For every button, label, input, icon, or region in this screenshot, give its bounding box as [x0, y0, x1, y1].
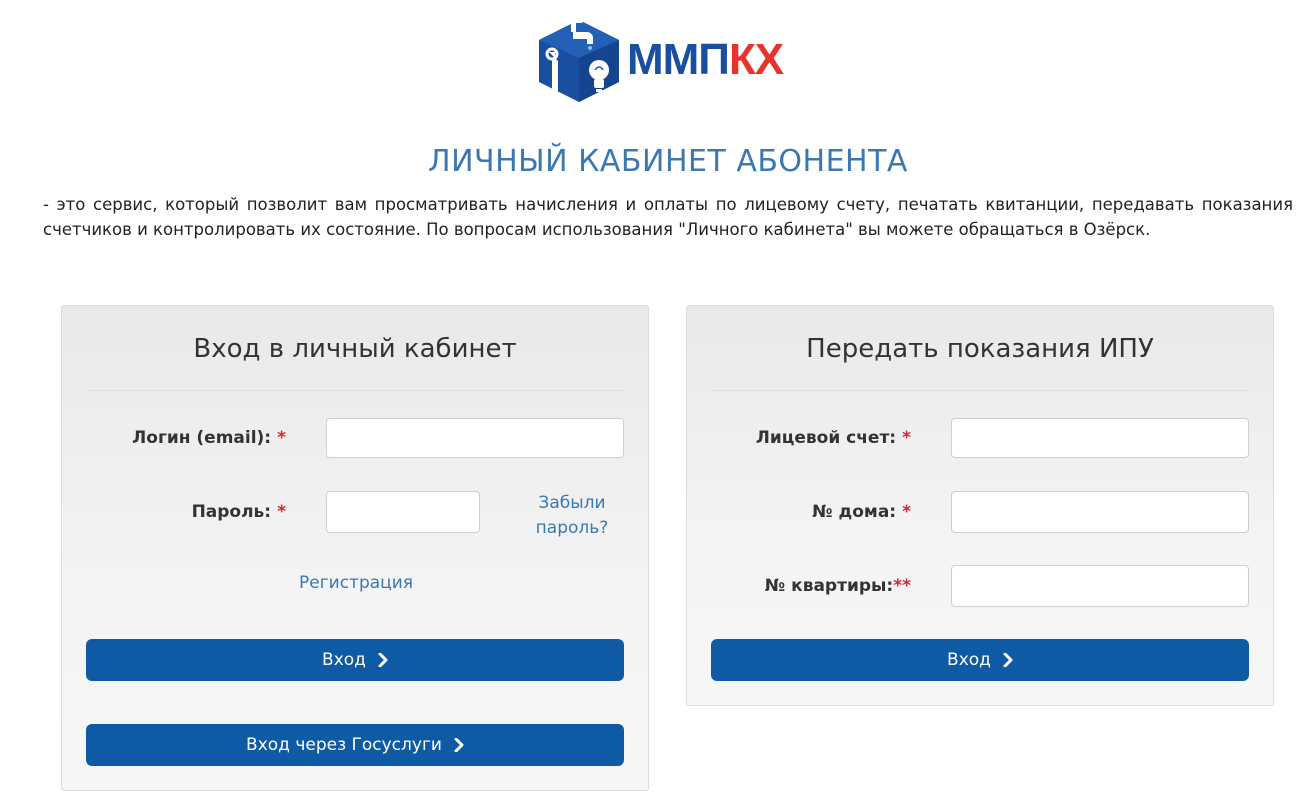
logo-text: ММПКХ: [627, 35, 784, 84]
register-link[interactable]: Регистрация: [266, 571, 446, 596]
forgot-password-link[interactable]: Забыли пароль?: [524, 491, 620, 541]
required-marker: *: [277, 502, 286, 522]
login-button-label: Вход: [322, 650, 366, 670]
flat-label: № квартиры:**: [765, 576, 911, 596]
login-label: Логин (email): *: [132, 428, 286, 448]
chevron-right-icon: [1003, 653, 1013, 667]
gosuslugi-login-button[interactable]: Вход через Госуслуги: [86, 724, 624, 766]
logo-text-main: ММП: [627, 35, 730, 84]
required-marker: *: [902, 428, 911, 448]
gosuslugi-button-label: Вход через Госуслуги: [246, 735, 442, 755]
meter-panel-title: Передать показания ИПУ: [806, 334, 1154, 364]
logo-cube-icon: [539, 17, 619, 102]
password-input[interactable]: [326, 491, 480, 533]
required-marker: *: [277, 428, 286, 448]
logo[interactable]: ММПКХ: [533, 14, 784, 106]
divider: [711, 390, 1249, 391]
meter-readings-panel: Передать показания ИПУ Лицевой счет: * № …: [686, 305, 1274, 706]
intro-text: - это сервис, который позволит вам просм…: [43, 195, 1293, 239]
required-marker: *: [902, 502, 911, 522]
house-label: № дома: *: [812, 502, 911, 522]
account-number-input[interactable]: [951, 418, 1249, 458]
forgot-line1: Забыли: [538, 493, 606, 513]
login-button[interactable]: Вход: [86, 639, 624, 681]
logo-text-accent: КХ: [728, 35, 784, 84]
house-label-text: № дома:: [812, 502, 897, 522]
required-marker: **: [893, 576, 911, 596]
account-label: Лицевой счет: *: [756, 428, 911, 448]
house-number-input[interactable]: [951, 491, 1249, 533]
flat-number-input[interactable]: [951, 565, 1249, 607]
password-label-text: Пароль:: [191, 502, 272, 522]
flat-label-text: № квартиры:: [764, 576, 894, 596]
login-label-text: Логин (email):: [132, 428, 272, 448]
chevron-right-icon: [378, 653, 388, 667]
chevron-right-icon: [454, 738, 464, 752]
password-label: Пароль: *: [192, 502, 286, 522]
divider: [86, 390, 624, 391]
account-label-text: Лицевой счет:: [755, 428, 897, 448]
login-panel: Вход в личный кабинет Логин (email): * Па…: [61, 305, 649, 791]
forgot-line2: пароль?: [535, 518, 609, 538]
login-panel-title: Вход в личный кабинет: [193, 334, 517, 364]
page-title: ЛИЧНЫЙ КАБИНЕТ АБОНЕНТА: [428, 144, 908, 179]
meter-submit-button[interactable]: Вход: [711, 639, 1249, 681]
meter-submit-label: Вход: [947, 650, 991, 670]
login-email-input[interactable]: [326, 418, 624, 458]
